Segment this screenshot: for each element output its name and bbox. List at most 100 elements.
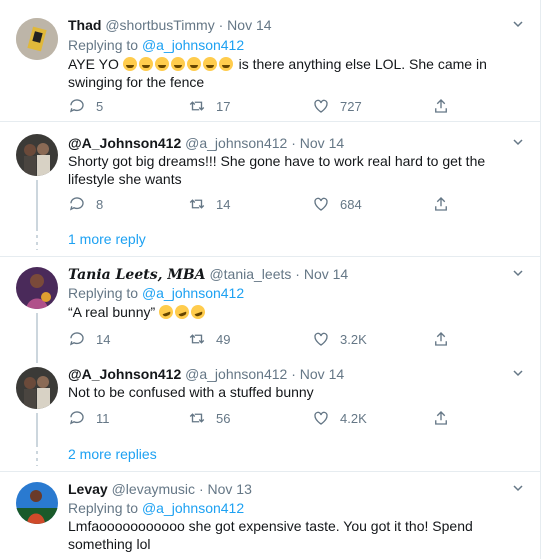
laughing-emoji-icon bbox=[218, 57, 233, 71]
display-name[interactable]: @A_Johnson412 bbox=[68, 135, 181, 151]
thread-dots bbox=[36, 228, 38, 250]
separator-dot: · bbox=[198, 481, 204, 497]
avatar[interactable] bbox=[16, 267, 58, 309]
like-button[interactable]: 4.2K bbox=[312, 408, 367, 428]
display-name[interactable]: Levay bbox=[68, 481, 108, 497]
like-button[interactable]: 3.2K bbox=[312, 329, 367, 349]
tweet-header: Thad @shortbusTimmy · Nov 14 bbox=[68, 16, 272, 34]
like-button[interactable]: 727 bbox=[312, 96, 362, 116]
chevron-down-icon[interactable] bbox=[510, 266, 526, 282]
reply-icon bbox=[69, 99, 84, 113]
user-handle[interactable]: @shortbusTimmy bbox=[105, 17, 214, 33]
laughing-emoji-icon bbox=[170, 57, 185, 71]
user-handle[interactable]: @levaymusic bbox=[112, 481, 195, 497]
share-button[interactable] bbox=[432, 96, 460, 116]
replying-to: Replying to @a_johnson412 bbox=[68, 284, 244, 302]
retweet-button[interactable]: 17 bbox=[188, 96, 230, 116]
laughing-emoji-icon bbox=[202, 57, 217, 71]
share-icon bbox=[435, 197, 447, 211]
user-handle[interactable]: @tania_leets bbox=[209, 266, 291, 282]
emoji-group bbox=[122, 56, 235, 72]
replying-label: Replying to bbox=[68, 285, 139, 301]
retweet-count: 17 bbox=[216, 98, 231, 114]
retweet-count: 56 bbox=[216, 410, 231, 426]
thread-line bbox=[36, 180, 38, 228]
share-icon bbox=[435, 332, 447, 346]
replying-to-handle[interactable]: @a_johnson412 bbox=[142, 500, 244, 516]
chevron-down-icon[interactable] bbox=[510, 481, 526, 497]
reply-icon bbox=[69, 411, 84, 425]
thread-line bbox=[36, 313, 38, 363]
show-more-replies-link[interactable]: 1 more reply bbox=[68, 231, 146, 247]
user-handle[interactable]: @a_johnson412 bbox=[185, 135, 287, 151]
display-name[interactable]: @A_Johnson412 bbox=[68, 366, 181, 382]
rofl-emoji-icon bbox=[173, 303, 192, 321]
heart-icon bbox=[314, 332, 328, 346]
tweet-header: Tania Leets, MBA @tania_leets · Nov 14 bbox=[68, 265, 348, 284]
tweet-a-johnson412[interactable]: @A_Johnson412 @a_johnson412 · Nov 14 Not… bbox=[0, 357, 540, 445]
chevron-down-icon[interactable] bbox=[510, 17, 526, 33]
avatar[interactable] bbox=[16, 18, 58, 60]
like-button[interactable]: 684 bbox=[312, 194, 362, 214]
retweet-icon bbox=[189, 101, 205, 111]
display-name[interactable]: Thad bbox=[68, 17, 101, 33]
tweet-actions: 11 56 4.2K bbox=[68, 408, 468, 428]
laughing-emoji-icon bbox=[138, 57, 153, 71]
tweet-date[interactable]: Nov 14 bbox=[227, 17, 271, 33]
replying-to-handle[interactable]: @a_johnson412 bbox=[142, 285, 244, 301]
user-handle[interactable]: @a_johnson412 bbox=[185, 366, 287, 382]
tweet-text: Not to be confused with a stuffed bunny bbox=[68, 384, 314, 400]
reply-button[interactable]: 11 bbox=[68, 408, 110, 428]
tweet-text: Lmfaooooooooooo she got expensive taste.… bbox=[68, 518, 473, 552]
share-button[interactable] bbox=[432, 329, 460, 349]
reply-button[interactable]: 5 bbox=[68, 96, 103, 116]
retweet-icon bbox=[189, 413, 205, 423]
emoji-group bbox=[157, 303, 208, 321]
rofl-emoji-icon bbox=[189, 303, 208, 321]
show-more-replies-link[interactable]: 2 more replies bbox=[68, 446, 157, 462]
reply-count: 11 bbox=[96, 410, 110, 426]
tweet-date[interactable]: Nov 14 bbox=[300, 135, 344, 151]
reply-icon bbox=[69, 197, 84, 211]
laughing-emoji-icon bbox=[186, 57, 201, 71]
chevron-down-icon[interactable] bbox=[510, 135, 526, 151]
tweet-date[interactable]: Nov 14 bbox=[304, 266, 348, 282]
heart-icon bbox=[314, 411, 328, 425]
tweet-header: @A_Johnson412 @a_johnson412 · Nov 14 bbox=[68, 134, 344, 152]
avatar[interactable] bbox=[16, 367, 58, 409]
tweet-header: @A_Johnson412 @a_johnson412 · Nov 14 bbox=[68, 365, 344, 383]
tweet-date[interactable]: Nov 13 bbox=[208, 481, 252, 497]
reply-button[interactable]: 14 bbox=[68, 329, 110, 349]
tweet-text: AYE YO is there anything else LOL. She c… bbox=[68, 55, 518, 91]
display-name[interactable]: Tania Leets, MBA bbox=[68, 267, 206, 283]
share-button[interactable] bbox=[432, 408, 460, 428]
laughing-emoji-icon bbox=[154, 57, 169, 71]
replying-to-handle[interactable]: @a_johnson412 bbox=[142, 37, 244, 53]
thread-line bbox=[36, 413, 38, 445]
reply-icon bbox=[69, 332, 84, 346]
separator-dot: · bbox=[218, 17, 224, 33]
share-button[interactable] bbox=[432, 194, 460, 214]
tweet-tania-leets[interactable]: Tania Leets, MBA @tania_leets · Nov 14 R… bbox=[0, 257, 540, 363]
avatar[interactable] bbox=[16, 482, 58, 524]
avatar[interactable] bbox=[16, 134, 58, 176]
heart-icon bbox=[314, 197, 328, 211]
reply-count: 5 bbox=[96, 98, 104, 114]
tweet-date[interactable]: Nov 14 bbox=[300, 366, 344, 382]
tweet-levay[interactable]: Levay @levaymusic · Nov 13 Replying to @… bbox=[0, 472, 540, 559]
retweet-button[interactable]: 56 bbox=[188, 408, 230, 428]
retweet-button[interactable]: 14 bbox=[188, 194, 230, 214]
tweet-a-johnson412[interactable]: @A_Johnson412 @a_johnson412 · Nov 14 Sho… bbox=[0, 122, 540, 228]
like-count: 727 bbox=[340, 98, 362, 114]
tweet-thad[interactable]: Thad @shortbusTimmy · Nov 14 Replying to… bbox=[0, 0, 540, 128]
retweet-icon bbox=[189, 334, 205, 344]
replying-label: Replying to bbox=[68, 500, 139, 516]
like-count: 3.2K bbox=[340, 331, 367, 347]
tweet-text-body: “A real bunny” bbox=[68, 304, 156, 320]
retweet-button[interactable]: 49 bbox=[188, 329, 230, 349]
chevron-down-icon[interactable] bbox=[510, 366, 526, 382]
separator-dot: · bbox=[291, 366, 296, 382]
reply-thread: Thad @shortbusTimmy · Nov 14 Replying to… bbox=[0, 0, 541, 559]
reply-button[interactable]: 8 bbox=[68, 194, 103, 214]
reply-count: 8 bbox=[96, 196, 104, 212]
